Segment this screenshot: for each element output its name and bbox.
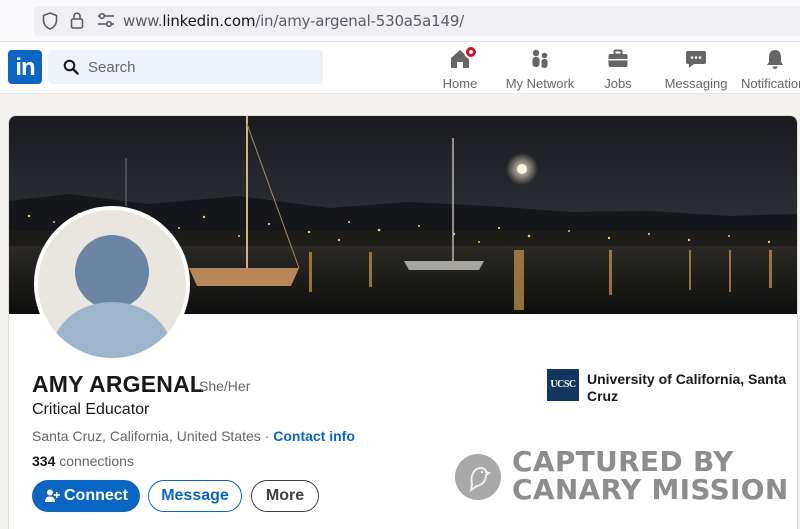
location-text: Santa Cruz, California, United States bbox=[32, 428, 261, 444]
nav-my-network[interactable]: My Network bbox=[502, 45, 578, 91]
nav-home-label: Home bbox=[442, 76, 478, 91]
message-button[interactable]: Message bbox=[148, 480, 242, 512]
nav-jobs[interactable]: Jobs bbox=[598, 45, 638, 91]
url-prefix: www. bbox=[123, 12, 163, 30]
watermark: CAPTURED BY CANARY MISSION bbox=[455, 448, 795, 518]
watermark-line-2: CANARY MISSION bbox=[512, 473, 789, 506]
profile-name: AMY ARGENAL bbox=[32, 371, 205, 397]
nav-notifications[interactable]: Notifications bbox=[741, 45, 800, 91]
chat-icon bbox=[664, 47, 728, 71]
linkedin-logo[interactable]: in bbox=[8, 50, 42, 84]
profile-location: Santa Cruz, California, United States · … bbox=[32, 428, 355, 444]
briefcase-icon bbox=[598, 47, 638, 71]
school-name: University of California, Santa Cruz bbox=[587, 371, 787, 404]
browser-toolbar: www.linkedin.com/in/amy-argenal-530a5a14… bbox=[0, 0, 800, 42]
site-permissions-icon[interactable] bbox=[97, 12, 115, 33]
profile-avatar[interactable] bbox=[34, 206, 190, 362]
bell-icon bbox=[741, 47, 800, 71]
notification-badge bbox=[464, 45, 478, 59]
contact-info-link[interactable]: Contact info bbox=[273, 428, 355, 444]
shield-icon[interactable] bbox=[42, 12, 58, 35]
connections-number: 334 bbox=[32, 453, 56, 469]
lock-icon[interactable] bbox=[70, 12, 84, 34]
more-button-label: More bbox=[265, 487, 305, 504]
nav-notifications-label: Notifications bbox=[741, 76, 800, 91]
more-button[interactable]: More bbox=[251, 480, 319, 512]
network-icon bbox=[502, 47, 578, 71]
location-separator: · bbox=[260, 428, 274, 444]
avatar-silhouette-icon bbox=[38, 210, 186, 358]
search-input[interactable] bbox=[88, 50, 308, 84]
connect-button[interactable]: Connect bbox=[32, 480, 140, 512]
watermark-line-1: CAPTURED BY bbox=[512, 445, 734, 478]
profile-pronouns: She/Her bbox=[199, 378, 251, 394]
url-domain: linkedin.com bbox=[162, 12, 256, 30]
nav-messaging-label: Messaging bbox=[664, 76, 728, 91]
nav-messaging[interactable]: Messaging bbox=[664, 45, 728, 91]
watermark-text: CAPTURED BY CANARY MISSION bbox=[512, 448, 789, 504]
connect-button-label: Connect bbox=[64, 487, 128, 504]
connections-label: connections bbox=[55, 453, 134, 469]
url-path: /in/amy-argenal-530a5a149/ bbox=[255, 12, 465, 30]
linkedin-global-nav: in Home My Network Jobs Messaging bbox=[0, 42, 800, 94]
ucsc-logo: UCSC bbox=[547, 369, 579, 401]
nav-home[interactable]: Home bbox=[437, 45, 483, 91]
search-icon bbox=[63, 59, 79, 80]
search-box[interactable] bbox=[48, 50, 323, 84]
canary-bird-icon bbox=[455, 454, 501, 500]
profile-headline: Critical Educator bbox=[32, 401, 150, 418]
url-text[interactable]: www.linkedin.com/in/amy-argenal-530a5a14… bbox=[123, 12, 464, 30]
message-button-label: Message bbox=[161, 487, 229, 504]
nav-my-network-label: My Network bbox=[505, 76, 575, 91]
nav-jobs-label: Jobs bbox=[604, 76, 632, 91]
add-person-icon bbox=[44, 488, 60, 504]
connections-count[interactable]: 334 connections bbox=[32, 453, 134, 469]
